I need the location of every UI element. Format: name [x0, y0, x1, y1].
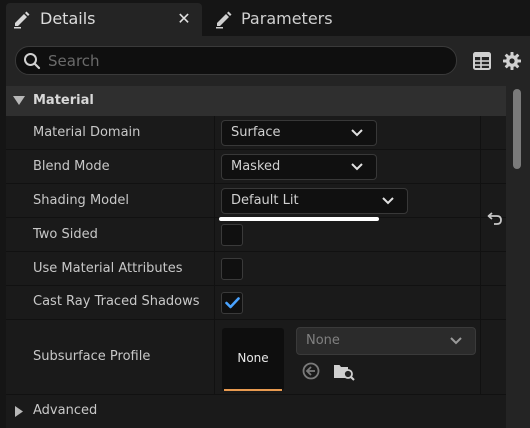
property-row-two-sided: Two Sided	[6, 218, 506, 252]
column-divider	[480, 116, 481, 149]
reset-to-default-icon[interactable]	[487, 210, 503, 226]
pencil-icon	[14, 11, 30, 29]
use-selected-asset-icon[interactable]	[302, 362, 320, 380]
browse-folder-icon[interactable]	[333, 361, 355, 381]
subsurface-profile-asset-picker[interactable]: None	[296, 327, 476, 355]
blend-mode-combo[interactable]: Masked	[221, 154, 377, 180]
chevron-down-icon	[13, 96, 25, 105]
column-divider	[480, 184, 481, 217]
property-label: Shading Model	[33, 193, 129, 208]
advanced-section[interactable]: Advanced	[6, 395, 506, 427]
column-divider	[214, 184, 215, 217]
column-divider	[214, 150, 215, 183]
use-material-attributes-checkbox[interactable]	[221, 258, 243, 280]
asset-thumbnail[interactable]: None	[222, 328, 284, 391]
asset-type-color-bar	[224, 389, 282, 391]
details-toolbar	[6, 36, 530, 86]
combo-value: Masked	[231, 159, 281, 174]
tab-parameters-label: Parameters	[241, 9, 333, 28]
scrollbar[interactable]	[506, 86, 530, 428]
tab-parameters[interactable]: Parameters	[210, 3, 410, 36]
column-divider	[480, 252, 481, 285]
column-divider	[214, 218, 215, 251]
property-row-cast-ray-traced-shadows: Cast Ray Traced Shadows	[6, 286, 506, 320]
chevron-down-icon	[450, 337, 462, 345]
column-divider	[214, 286, 215, 319]
tab-details-label: Details	[40, 9, 96, 28]
column-divider	[480, 218, 481, 251]
property-list: Material Material Domain Surface Blend M…	[6, 86, 506, 428]
property-row-material-domain: Material Domain Surface	[6, 116, 506, 150]
tab-strip: Details ✕ Parameters	[0, 0, 530, 36]
column-divider	[480, 320, 481, 394]
cast-ray-traced-shadows-checkbox[interactable]	[221, 292, 243, 314]
property-row-blend-mode: Blend Mode Masked	[6, 150, 506, 184]
scrollbar-thumb[interactable]	[513, 89, 521, 169]
settings-gear-icon[interactable]	[502, 51, 522, 71]
property-row-use-material-attributes: Use Material Attributes	[6, 252, 506, 286]
details-panel: Material Material Domain Surface Blend M…	[6, 36, 530, 428]
column-divider	[214, 252, 215, 285]
advanced-label: Advanced	[33, 403, 98, 418]
chevron-down-icon	[351, 129, 363, 137]
chevron-down-icon	[382, 197, 394, 205]
two-sided-checkbox[interactable]	[221, 224, 243, 246]
property-label: Use Material Attributes	[33, 261, 183, 276]
category-label: Material	[33, 93, 94, 108]
column-divider	[214, 116, 215, 149]
thumbnail-label: None	[237, 351, 269, 365]
property-label: Subsurface Profile	[33, 349, 151, 364]
combo-value: None	[306, 333, 340, 348]
property-label: Blend Mode	[33, 159, 110, 174]
combo-value: Surface	[231, 125, 281, 140]
combo-value: Default Lit	[231, 193, 299, 208]
property-label: Cast Ray Traced Shadows	[33, 294, 200, 309]
modified-highlight-underline	[219, 217, 379, 221]
column-divider	[480, 286, 481, 319]
pencil-icon	[216, 11, 232, 29]
property-label: Two Sided	[33, 227, 98, 242]
column-divider	[214, 320, 215, 394]
chevron-right-icon	[15, 406, 23, 417]
material-domain-combo[interactable]: Surface	[221, 120, 377, 146]
property-label: Material Domain	[33, 125, 141, 140]
tab-details[interactable]: Details ✕	[6, 3, 202, 36]
property-row-shading-model: Shading Model Default Lit	[6, 184, 506, 218]
checkmark-icon	[225, 297, 240, 309]
shading-model-combo[interactable]: Default Lit	[221, 188, 408, 214]
category-material[interactable]: Material	[6, 86, 506, 116]
close-icon[interactable]: ✕	[176, 9, 192, 29]
chevron-down-icon	[351, 163, 363, 171]
search-icon	[24, 53, 41, 70]
table-view-icon[interactable]	[472, 51, 492, 71]
column-divider	[480, 150, 481, 183]
search-box[interactable]	[15, 46, 457, 75]
search-input[interactable]	[48, 50, 448, 72]
